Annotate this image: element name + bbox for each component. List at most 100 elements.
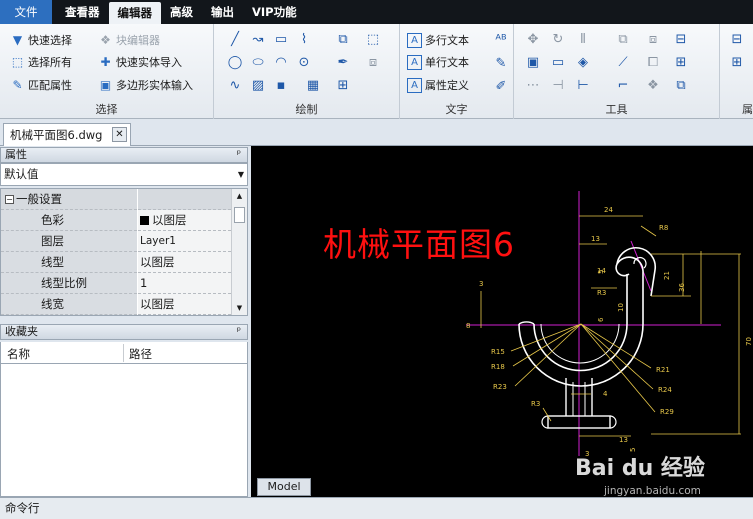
property-row-color[interactable]: 色彩 以图层 bbox=[1, 210, 231, 231]
array-icon[interactable]: ⧈ bbox=[644, 30, 662, 48]
menu-vip[interactable]: VIP功能 bbox=[243, 0, 306, 24]
property-row-lineweight[interactable]: 线宽 以图层 bbox=[1, 294, 231, 315]
properties-grid: − 一般设置 色彩 以图层 图层 Layer1 线型 以图层 线型比例 1 线宽 … bbox=[0, 188, 248, 316]
command-line-bar[interactable]: 命令行 bbox=[0, 497, 753, 519]
plus-icon: ✚ bbox=[100, 55, 111, 69]
attribute-icon[interactable]: ⊟ bbox=[728, 30, 746, 48]
ellipse-icon[interactable]: ⬭ bbox=[249, 53, 267, 71]
ungroup-icon[interactable]: ⧠ bbox=[644, 53, 662, 71]
arc-icon[interactable]: ◠ bbox=[272, 53, 290, 71]
favorites-list[interactable] bbox=[0, 364, 248, 497]
dim-36: 36 bbox=[678, 283, 686, 292]
favorites-col-path[interactable]: 路径 bbox=[129, 346, 152, 362]
ribbon-group-select: ▼ 快速选择 ❖ 块编辑器 ⬚ 选择所有 ✚ 快速实体导入 ✎ 匹配属性 ▣ 多… bbox=[0, 24, 214, 119]
pen-icon[interactable]: ✒ bbox=[334, 53, 352, 71]
ribbon-group-partial: ⊟ ⊞ 属 bbox=[720, 24, 753, 119]
model-tab[interactable]: Model bbox=[257, 478, 311, 496]
pencil-icon[interactable]: ✐ bbox=[492, 77, 510, 95]
circle-icon[interactable]: ◯ bbox=[226, 53, 244, 71]
dim-r3b: R3 bbox=[531, 400, 540, 408]
chevron-down-icon: ▼ bbox=[237, 170, 244, 179]
hatch-icon[interactable]: ⬚ bbox=[364, 30, 382, 48]
property-row-layer[interactable]: 图层 Layer1 bbox=[1, 231, 231, 252]
stext-button[interactable]: A 单行文本 bbox=[407, 52, 469, 72]
gradient-icon[interactable]: ▨ bbox=[249, 76, 267, 94]
quick-select-button[interactable]: ▼ 快速选择 bbox=[10, 30, 72, 50]
solid-fill-icon[interactable]: ▪ bbox=[272, 76, 290, 94]
select-all-button[interactable]: ⬚ 选择所有 bbox=[10, 52, 72, 72]
dim-3a: 3 bbox=[479, 280, 483, 288]
dim-8: 8 bbox=[466, 322, 470, 330]
spline-icon[interactable]: ⌇ bbox=[295, 30, 313, 48]
pin-icon[interactable]: ᵖ bbox=[237, 148, 241, 162]
property-row-linetype[interactable]: 线型 以图层 bbox=[1, 252, 231, 273]
move-icon[interactable]: ✥ bbox=[524, 30, 542, 48]
chamfer-icon[interactable]: ❖ bbox=[644, 76, 662, 94]
favorites-col-name[interactable]: 名称 bbox=[7, 346, 30, 362]
polyline-icon[interactable]: ↝ bbox=[249, 30, 267, 48]
collapse-icon[interactable]: − bbox=[5, 195, 14, 204]
attdef-button[interactable]: A 属性定义 bbox=[407, 75, 469, 95]
break-icon[interactable]: ⊣ bbox=[549, 76, 567, 94]
polygon-solid-input-button[interactable]: ▣ 多边形实体输入 bbox=[98, 75, 193, 95]
line-icon[interactable]: ╱ bbox=[226, 30, 244, 48]
curve-icon[interactable]: ∿ bbox=[226, 76, 244, 94]
recolor-icon[interactable]: ⧉ bbox=[672, 76, 690, 94]
properties-scrollbar[interactable]: ▲ ▼ bbox=[231, 189, 247, 315]
color-fill-icon[interactable]: ◈ bbox=[574, 53, 592, 71]
point-icon[interactable]: ⊙ bbox=[295, 53, 313, 71]
properties-icon[interactable]: ⊞ bbox=[672, 53, 690, 71]
layer-icon[interactable]: ⊟ bbox=[672, 30, 690, 48]
document-tab-bar: 机械平面图6.dwg ✕ bbox=[0, 119, 753, 146]
mtext-button[interactable]: A 多行文本 bbox=[407, 30, 469, 50]
measure-icon[interactable]: ⋯ bbox=[524, 76, 542, 94]
hook-inner-contour bbox=[533, 274, 628, 372]
document-tab[interactable]: 机械平面图6.dwg ✕ bbox=[3, 123, 131, 146]
property-group-general[interactable]: − 一般设置 bbox=[1, 189, 231, 210]
extend-icon[interactable]: ⊢ bbox=[574, 76, 592, 94]
close-icon[interactable]: ✕ bbox=[112, 127, 127, 142]
insert-block-icon[interactable]: ⧉ bbox=[334, 30, 352, 48]
properties-preset-select[interactable]: 默认值 ▼ bbox=[0, 163, 248, 186]
menu-output[interactable]: 输出 bbox=[202, 0, 243, 24]
dim-24: 24 bbox=[604, 206, 613, 214]
match-props-button[interactable]: ✎ 匹配属性 bbox=[10, 75, 72, 95]
dim-10: 10 bbox=[617, 303, 625, 312]
rectangle-icon[interactable]: ▭ bbox=[272, 30, 290, 48]
select-all-icon: ⬚ bbox=[11, 55, 24, 69]
region-icon[interactable]: ⧈ bbox=[364, 53, 382, 71]
property-row-linetype-scale[interactable]: 线型比例 1 bbox=[1, 273, 231, 294]
quick-solid-import-button[interactable]: ✚ 快速实体导入 bbox=[98, 52, 182, 72]
mirror-icon[interactable]: ⫴ bbox=[574, 30, 592, 48]
text-style-icon[interactable]: ᴬᴮ bbox=[492, 31, 510, 49]
dim-r3: R3 bbox=[597, 289, 606, 297]
dim-r8: R8 bbox=[659, 224, 668, 232]
table-icon[interactable]: ⊞ bbox=[334, 76, 352, 94]
explode-icon[interactable]: ▣ bbox=[524, 53, 542, 71]
attdef-icon: A bbox=[407, 77, 422, 93]
trim-icon[interactable]: ⟋ bbox=[614, 53, 632, 71]
scroll-thumb[interactable] bbox=[234, 207, 245, 223]
menu-viewer[interactable]: 查看器 bbox=[56, 0, 109, 24]
stext-icon: A bbox=[407, 54, 422, 70]
group-icon[interactable]: ▭ bbox=[549, 53, 567, 71]
menu-editor[interactable]: 编辑器 bbox=[108, 2, 161, 24]
drawing-canvas[interactable]: 机械平面图6 24 13 14 R3 R8 R15 R18 R23 R21 R2… bbox=[251, 146, 753, 497]
brush-icon: ✎ bbox=[12, 78, 23, 92]
fillet-icon[interactable]: ⌐ bbox=[614, 76, 632, 94]
image-icon[interactable]: ▦ bbox=[304, 76, 322, 94]
scroll-down-icon[interactable]: ▼ bbox=[232, 304, 247, 312]
attribute2-icon[interactable]: ⊞ bbox=[728, 53, 746, 71]
group-label-text: 文字 bbox=[445, 103, 468, 116]
copy-icon[interactable]: ⧉ bbox=[614, 30, 632, 48]
menu-file[interactable]: 文件 bbox=[0, 0, 52, 24]
favorites-header: 名称 路径 bbox=[0, 342, 248, 364]
rotate-icon[interactable]: ↻ bbox=[549, 30, 567, 48]
dim-13: 13 bbox=[591, 235, 600, 243]
text-edit-icon[interactable]: ✎ bbox=[492, 54, 510, 72]
block-editor-button[interactable]: ❖ 块编辑器 bbox=[98, 30, 160, 50]
ribbon-group-draw: ╱ ↝ ▭ ⌇ ⧉ ⬚ ◯ ⬭ ◠ ⊙ ✒ ⧈ ∿ ▨ ▪ ▦ ⊞ 绘制 bbox=[214, 24, 400, 119]
pin-icon[interactable]: ᵖ bbox=[237, 325, 241, 339]
menu-advanced[interactable]: 高级 bbox=[161, 0, 202, 24]
scroll-up-icon[interactable]: ▲ bbox=[232, 192, 247, 200]
